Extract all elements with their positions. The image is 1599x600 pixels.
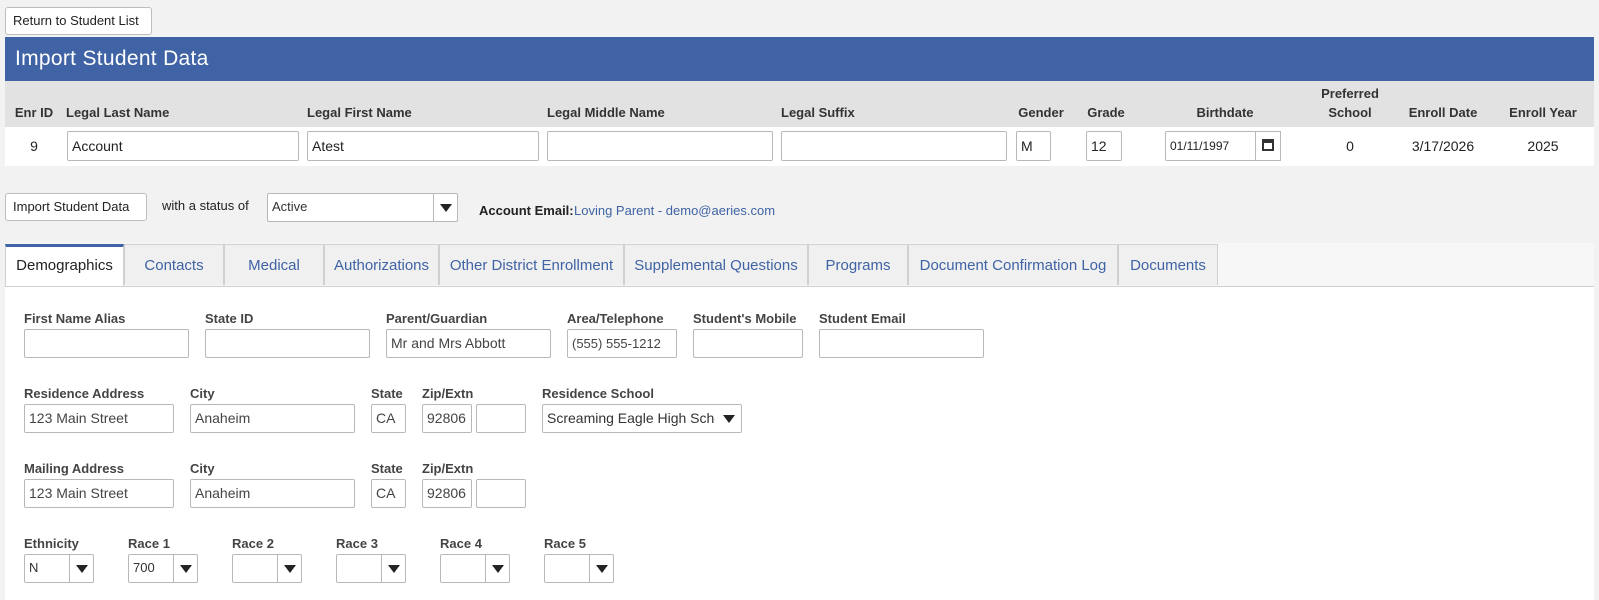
student-email-label: Student Email <box>819 311 906 326</box>
birthdate-input[interactable]: 01/11/1997 <box>1165 131 1257 161</box>
mailing-city-label: City <box>190 461 215 476</box>
race1-value: 700 <box>133 560 155 575</box>
race1-select[interactable]: 700 <box>128 554 198 583</box>
header-enroll-date: Enroll Date <box>1408 105 1478 120</box>
area-telephone-input[interactable]: (555) 555-1212 <box>567 329 677 358</box>
status-select-value: Active <box>272 199 308 214</box>
header-legal-suffix: Legal Suffix <box>781 105 855 120</box>
race3-select[interactable] <box>336 554 406 583</box>
header-legal-last-name: Legal Last Name <box>66 105 170 120</box>
tab-programs[interactable]: Programs <box>808 244 908 285</box>
return-to-student-list-button[interactable]: Return to Student List <box>5 7 152 35</box>
residence-state-input[interactable]: CA <box>371 404 406 433</box>
residence-city-label: City <box>190 386 215 401</box>
race5-label: Race 5 <box>544 536 586 551</box>
students-mobile-label: Student's Mobile <box>693 311 797 326</box>
parent-guardian-label: Parent/Guardian <box>386 311 488 326</box>
mailing-zip-label: Zip/Extn <box>422 461 474 476</box>
legal-middle-name-input[interactable] <box>547 131 773 161</box>
student-email-input[interactable] <box>819 329 984 358</box>
chevron-down-icon <box>277 555 301 582</box>
race5-select[interactable] <box>544 554 614 583</box>
first-name-alias-label: First Name Alias <box>24 311 126 326</box>
header-legal-first-name: Legal First Name <box>307 105 412 120</box>
chevron-down-icon <box>433 194 457 221</box>
ethnicity-label: Ethnicity <box>24 536 79 551</box>
chevron-down-icon <box>485 555 509 582</box>
state-id-input[interactable] <box>205 329 370 358</box>
mailing-address-input[interactable]: 123 Main Street <box>24 479 174 508</box>
tab-supplemental-questions[interactable]: Supplemental Questions <box>624 244 808 285</box>
mailing-address-label: Mailing Address <box>24 461 124 476</box>
residence-school-value: Screaming Eagle High School <box>547 410 715 426</box>
status-select[interactable]: Active <box>267 193 458 222</box>
state-id-label: State ID <box>205 311 254 326</box>
header-birthdate: Birthdate <box>1196 105 1254 120</box>
race4-select[interactable] <box>440 554 510 583</box>
mailing-extn-input[interactable] <box>476 479 526 508</box>
tab-documents[interactable]: Documents <box>1118 244 1218 285</box>
chevron-down-icon <box>589 555 613 582</box>
legal-suffix-input[interactable] <box>781 131 1007 161</box>
tab-demographics[interactable]: Demographics <box>5 244 124 287</box>
tab-other-district-enrollment[interactable]: Other District Enrollment <box>439 244 624 285</box>
ethnicity-select[interactable]: N <box>24 554 94 583</box>
parent-guardian-input[interactable]: Mr and Mrs Abbott <box>386 329 551 358</box>
chevron-down-icon <box>173 555 197 582</box>
chevron-down-icon <box>717 405 741 432</box>
race4-label: Race 4 <box>440 536 482 551</box>
residence-school-label: Residence School <box>542 386 654 401</box>
status-prefix-label: with a status of <box>162 198 249 213</box>
header-gender: Gender <box>1018 105 1064 120</box>
residence-state-label: State <box>371 386 403 401</box>
race1-label: Race 1 <box>128 536 170 551</box>
header-preferred-school: Preferred School <box>1321 86 1379 120</box>
race3-label: Race 3 <box>336 536 378 551</box>
header-enr-id: Enr ID <box>14 105 54 120</box>
preferred-school-value: 0 <box>1346 138 1354 154</box>
mailing-state-label: State <box>371 461 403 476</box>
account-email-label: Account Email: <box>479 203 574 218</box>
chevron-down-icon <box>69 555 93 582</box>
mailing-state-input[interactable]: CA <box>371 479 406 508</box>
enr-id-value: 9 <box>30 138 38 154</box>
mailing-zip-input[interactable]: 92806 <box>422 479 472 508</box>
residence-extn-input[interactable] <box>476 404 526 433</box>
residence-zip-label: Zip/Extn <box>422 386 474 401</box>
gender-input[interactable]: M <box>1016 131 1051 161</box>
grade-input[interactable]: 12 <box>1086 131 1122 161</box>
students-mobile-input[interactable] <box>693 329 803 358</box>
tab-document-confirmation-log[interactable]: Document Confirmation Log <box>908 244 1118 285</box>
mailing-city-input[interactable]: Anaheim <box>190 479 355 508</box>
residence-city-input[interactable]: Anaheim <box>190 404 355 433</box>
tab-medical[interactable]: Medical <box>224 244 324 285</box>
residence-school-select[interactable]: Screaming Eagle High School <box>542 404 742 433</box>
header-grade: Grade <box>1087 105 1125 120</box>
import-student-data-button[interactable]: Import Student Data <box>5 193 147 221</box>
residence-zip-input[interactable]: 92806 <box>422 404 472 433</box>
residence-address-input[interactable]: 123 Main Street <box>24 404 174 433</box>
page-title: Import Student Data <box>5 37 1594 81</box>
account-email-link[interactable]: Loving Parent - demo@aeries.com <box>574 203 775 218</box>
area-telephone-label: Area/Telephone <box>567 311 664 326</box>
header-legal-middle-name: Legal Middle Name <box>547 105 665 120</box>
legal-first-name-input[interactable]: Atest <box>307 131 539 161</box>
calendar-icon[interactable] <box>1255 131 1281 161</box>
legal-last-name-input[interactable]: Account <box>67 131 299 161</box>
tab-contacts[interactable]: Contacts <box>124 244 224 285</box>
first-name-alias-input[interactable] <box>24 329 189 358</box>
residence-address-label: Residence Address <box>24 386 145 401</box>
tab-authorizations[interactable]: Authorizations <box>324 244 439 285</box>
ethnicity-value: N <box>29 560 39 575</box>
chevron-down-icon <box>381 555 405 582</box>
enroll-year-value: 2025 <box>1527 138 1559 154</box>
race2-select[interactable] <box>232 554 302 583</box>
enroll-date-value: 3/17/2026 <box>1411 138 1475 154</box>
race2-label: Race 2 <box>232 536 274 551</box>
header-enroll-year: Enroll Year <box>1509 105 1577 120</box>
